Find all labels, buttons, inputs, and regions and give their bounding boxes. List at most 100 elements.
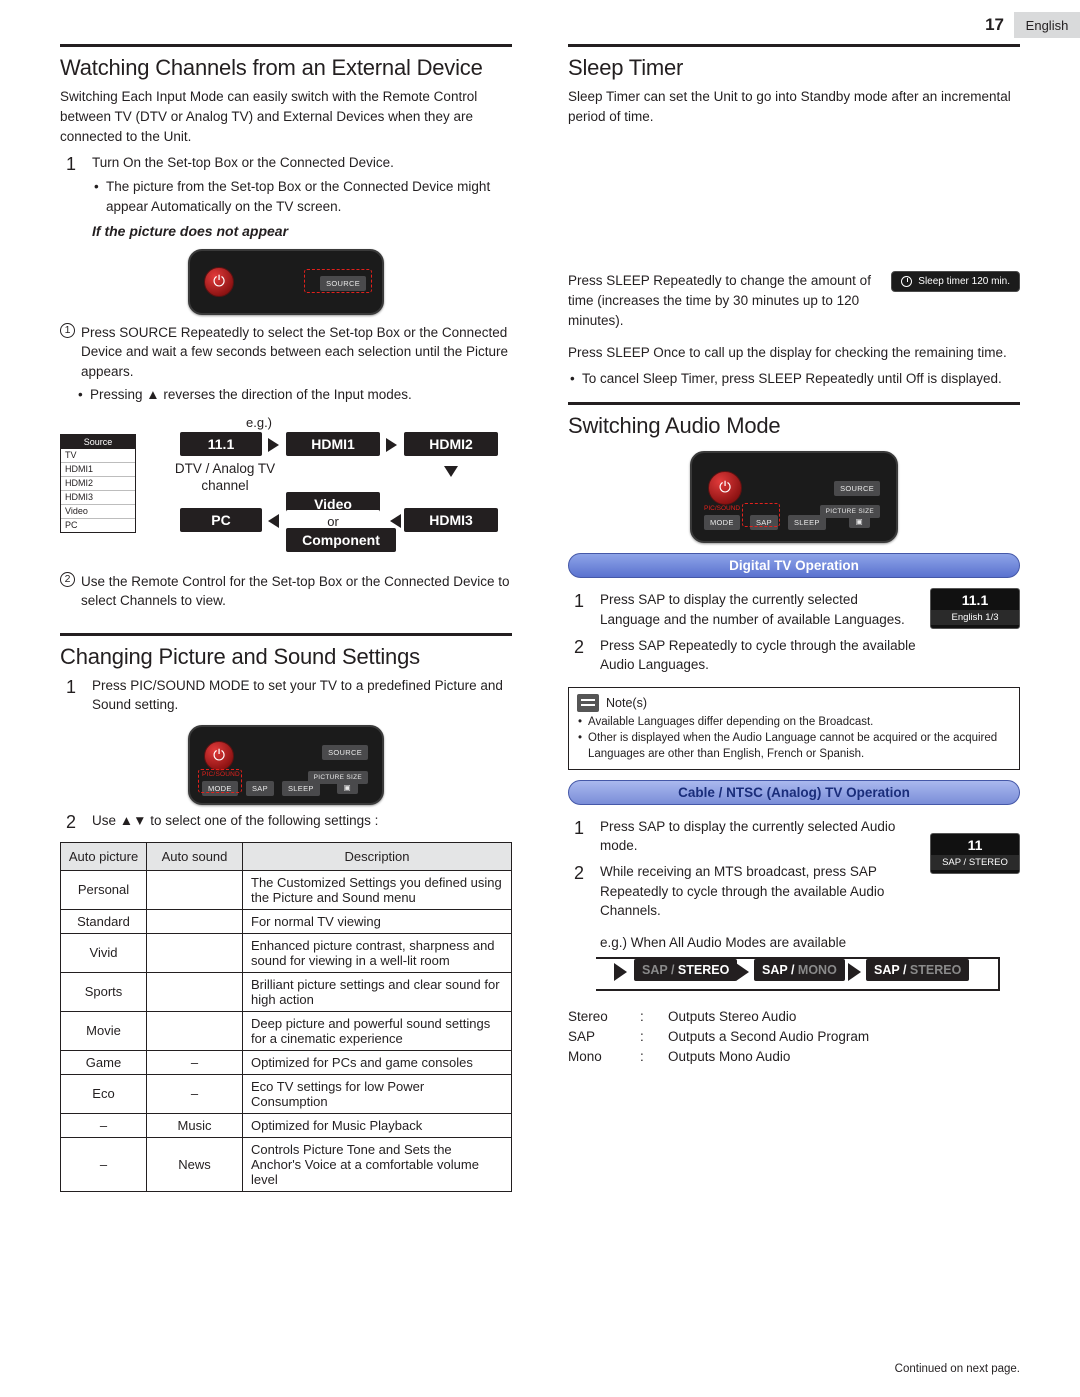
chip-part-mode: STEREO	[677, 962, 730, 977]
flow-arrow-left	[268, 513, 279, 528]
note-item: Available Languages differ depending on …	[577, 714, 1011, 730]
page-number: 17	[975, 12, 1014, 38]
external-bullets-2: Pressing ▲ reverses the direction of the…	[76, 385, 512, 405]
osd-channel-number: 11	[967, 836, 983, 853]
cell-auto-sound: News	[146, 1136, 243, 1192]
note-list: Available Languages differ depending on …	[577, 714, 1011, 762]
page-footer: Continued on next page.	[894, 1363, 1020, 1375]
cell-auto-sound: Music	[146, 1112, 243, 1138]
section-title-external-device: Watching Channels from an External Devic…	[60, 44, 512, 81]
cell-auto-picture: Standard	[60, 908, 147, 934]
definition-separator: :	[640, 1008, 644, 1024]
table-header-row: Auto picture Auto sound Description	[60, 841, 512, 871]
definition-row: Mono : Outputs Mono Audio	[568, 1047, 1020, 1067]
definition-key: Stereo	[568, 1008, 608, 1024]
note-header: Note(s)	[577, 693, 1011, 712]
chip-sep: /	[787, 962, 798, 977]
note-label: Note(s)	[606, 695, 647, 710]
cell-description: For normal TV viewing	[242, 908, 512, 934]
source-menu-item: HDMI3	[61, 491, 135, 505]
definition-value: Outputs a Second Audio Program	[668, 1028, 870, 1044]
step-number: 2	[573, 863, 584, 884]
audio-mode-cycle-diagram: SAP / STEREO SAP / MONO SAP / STEREO	[596, 956, 1020, 993]
cell-description: Deep picture and powerful sound settings…	[242, 1010, 512, 1051]
sleep-paragraph-1: Press SLEEP Repeatedly to change the amo…	[568, 272, 871, 328]
source-menu-item: TV	[61, 449, 135, 463]
language-label: English	[1014, 12, 1080, 38]
source-menu-item: Video	[61, 505, 135, 519]
osd-audio-mode: SAP / STEREO	[931, 854, 1019, 870]
picsound-step-2: 2 Use ▲▼ to select one of the following …	[60, 811, 512, 834]
flow-arrow-right	[268, 437, 279, 452]
chip-part-mode: MONO	[797, 962, 837, 977]
step-number: 1	[573, 591, 584, 612]
note-item: Other is displayed when the Audio Langua…	[577, 730, 1011, 762]
source-button-label: SOURCE	[322, 745, 368, 761]
cell-auto-picture: Eco	[60, 1073, 147, 1114]
flow-chip-component: Component	[286, 527, 396, 552]
chip-part-mode: STEREO	[909, 962, 962, 977]
bullet-item: To cancel Sleep Timer, press SLEEP Repea…	[568, 369, 1020, 389]
cell-auto-picture: –	[60, 1112, 147, 1138]
picsound-text-label: PIC/SOUND	[704, 505, 741, 513]
flow-chip-pc: PC	[180, 507, 262, 532]
mode-chip-2: SAP / MONO	[754, 958, 845, 981]
chip-sep: /	[899, 962, 910, 977]
eg-label-left: e.g.)	[246, 414, 273, 430]
col-header-description: Description	[242, 841, 512, 871]
power-button-icon	[708, 471, 742, 506]
right-column: Sleep Timer Sleep Timer can set the Unit…	[568, 44, 1020, 1067]
cell-auto-sound	[146, 869, 243, 910]
table-row: Personal The Customized Settings you def…	[60, 869, 512, 910]
sleep-paragraph-2: Press SLEEP Once to call up the display …	[568, 344, 1007, 360]
step-text: Press SAP Repeatedly to cycle through th…	[600, 637, 916, 673]
circled-number-2: 2	[60, 571, 75, 587]
source-button-label: SOURCE	[834, 481, 880, 497]
source-menu-panel: Source TV HDMI1 HDMI2 HDMI3 Video PC	[60, 433, 136, 533]
cell-auto-picture: –	[60, 1136, 147, 1192]
definition-value: Outputs Mono Audio	[668, 1049, 791, 1065]
cell-auto-picture: Personal	[60, 869, 147, 910]
mode-chip-1: SAP / STEREO	[634, 958, 738, 981]
digital-step-1: 1 Press SAP to display the currently sel…	[568, 590, 920, 629]
source-menu-item: HDMI2	[61, 477, 135, 491]
cell-description: Enhanced picture contrast, sharpness and…	[242, 932, 512, 973]
table-row: Game – Optimized for PCs and game consol…	[60, 1049, 512, 1075]
left-column: Watching Channels from an External Devic…	[60, 44, 512, 1192]
table-row: Movie Deep picture and powerful sound se…	[60, 1010, 512, 1051]
flow-chip-hdmi2: HDMI2	[404, 431, 498, 456]
digital-steps-block: 1 Press SAP to display the currently sel…	[568, 584, 1020, 676]
analog-step-2: 2 While receiving an MTS broadcast, pres…	[568, 862, 920, 921]
document-page: 17 English Watching Channels from an Ext…	[0, 0, 1080, 1397]
cell-auto-picture: Movie	[60, 1010, 147, 1051]
remote-illustration-source: SOURCE	[188, 248, 384, 315]
external-item-2: 2 Use the Remote Control for the Set-top…	[60, 571, 512, 611]
step-number: 2	[65, 812, 76, 833]
osd-language-info: English 1/3	[931, 610, 1019, 626]
sleep-press-row: Press SLEEP Repeatedly to change the amo…	[568, 270, 1020, 331]
cell-auto-picture: Sports	[60, 971, 147, 1012]
chip-part-sap: SAP	[874, 962, 900, 977]
step-text: While receiving an MTS broadcast, press …	[600, 864, 885, 919]
step-text: Press SAP to display the currently selec…	[600, 592, 905, 627]
definition-row: SAP : Outputs a Second Audio Program	[568, 1027, 1020, 1047]
osd-analog-audio: 11 SAP / STEREO	[930, 832, 1020, 874]
bullet-item: The picture from the Set-top Box or the …	[92, 177, 512, 216]
external-device-intro: Switching Each Input Mode can easily swi…	[60, 89, 478, 144]
step-number: 1	[573, 817, 584, 838]
table-row: Eco – Eco TV settings for low Power Cons…	[60, 1073, 512, 1114]
flow-chip-hdmi1: HDMI1	[286, 431, 380, 456]
osd-digital-audio: 11.1 English 1/3	[930, 588, 1020, 630]
bullet-item: Pressing ▲ reverses the direction of the…	[76, 385, 512, 405]
flow-chip-hdmi3: HDMI3	[404, 507, 498, 532]
chip-part-sap: SAP	[762, 962, 788, 977]
digital-step-2: 2 Press SAP Repeatedly to cycle through …	[568, 636, 920, 675]
mode-button-label: MODE	[704, 515, 740, 531]
cell-auto-sound	[146, 932, 243, 973]
step-number: 1	[65, 153, 76, 174]
audio-mode-definitions: Stereo : Outputs Stereo Audio SAP : Outp…	[568, 1007, 1020, 1068]
input-flow-diagram: Source TV HDMI1 HDMI2 HDMI3 Video PC 11.…	[60, 431, 512, 552]
table-row: Sports Brilliant picture settings and cl…	[60, 971, 512, 1012]
table-row: Vivid Enhanced picture contrast, sharpne…	[60, 932, 512, 973]
loop-line-right	[998, 956, 1000, 991]
